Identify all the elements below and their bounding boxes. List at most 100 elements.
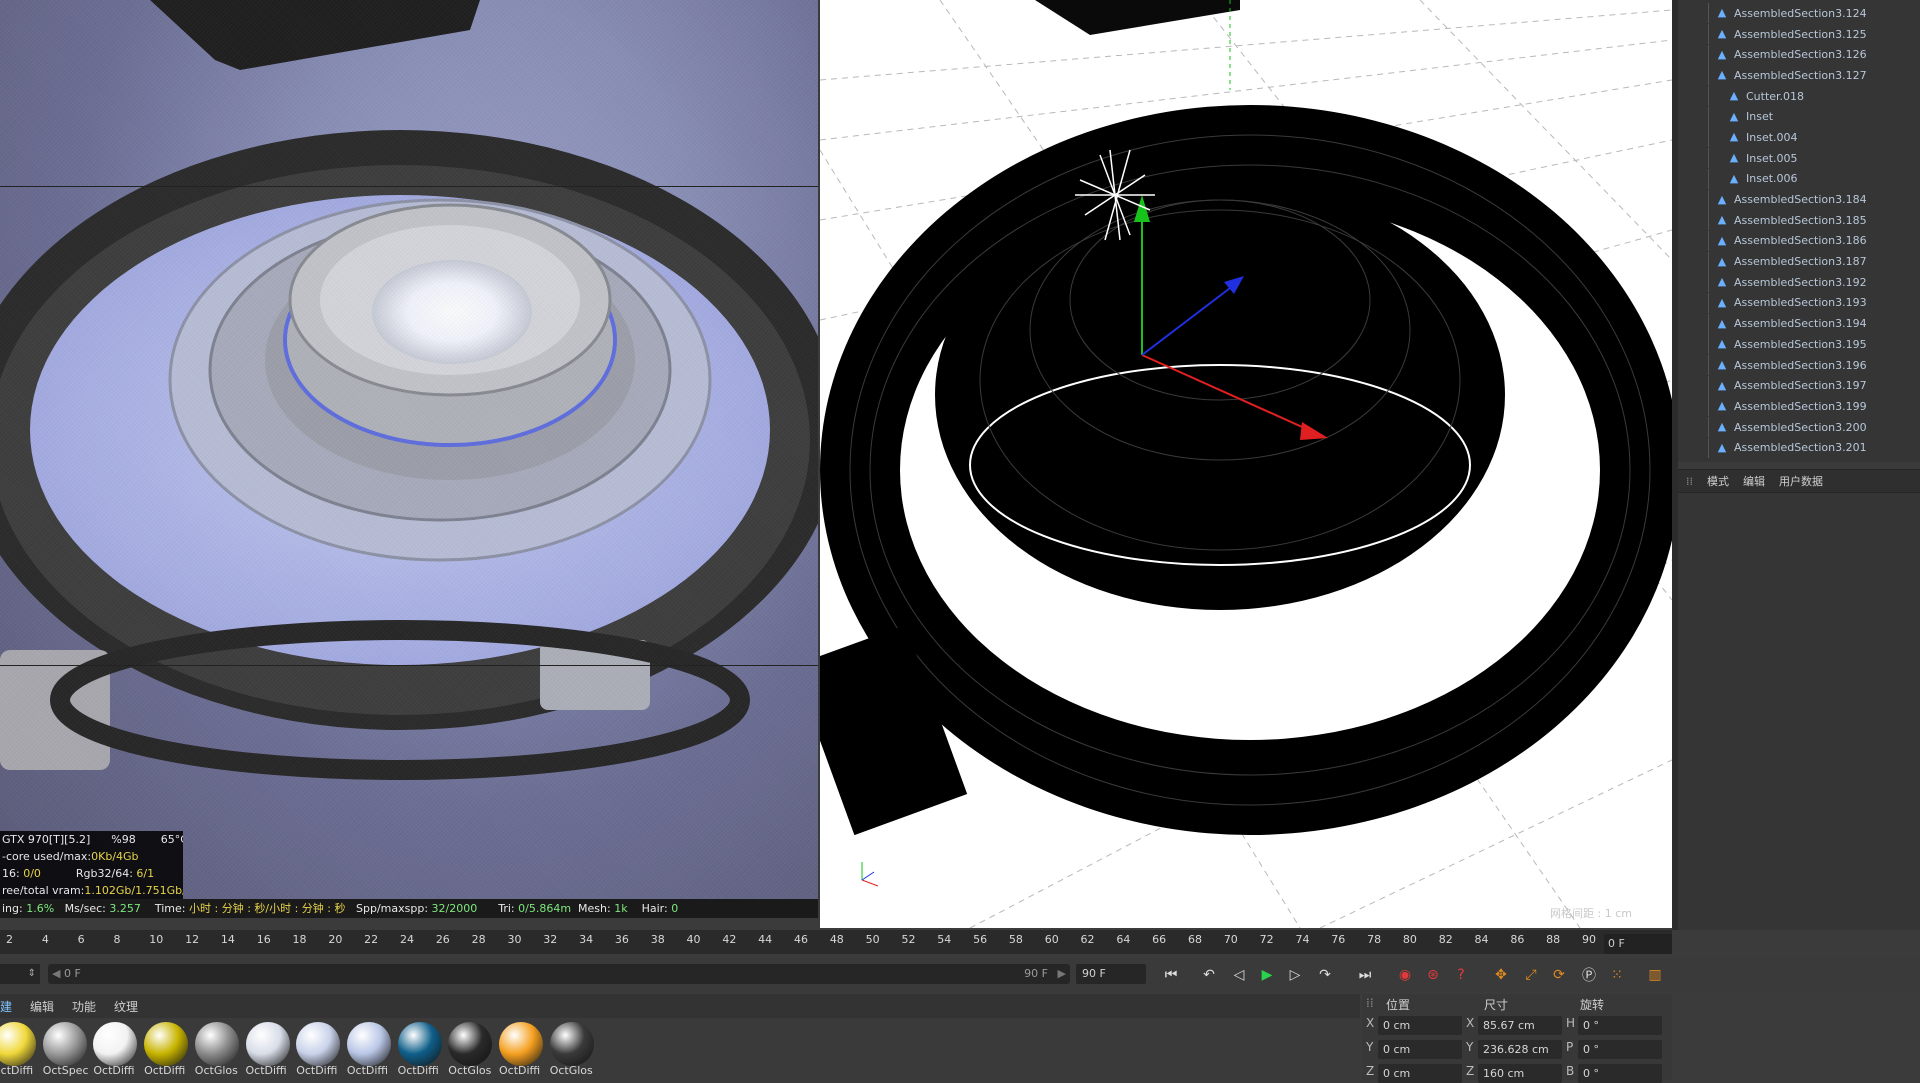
- perspective-viewport[interactable]: 网格间距 : 1 cm: [820, 0, 1672, 928]
- object-tree-item[interactable]: ▲ AssembledSection3.127: [1678, 65, 1920, 86]
- object-tree-item[interactable]: ▲ Inset.004: [1678, 127, 1920, 148]
- material-swatch[interactable]: OctDiffi: [296, 1022, 342, 1080]
- next-key-icon[interactable]: ↷: [1312, 962, 1338, 988]
- object-tree-item[interactable]: ▲ AssembledSection3.201: [1678, 437, 1920, 458]
- mat-menu-create[interactable]: 建: [0, 998, 12, 1015]
- octane-render-viewport[interactable]: [0, 0, 818, 903]
- render-stats-panel: GTX 970[T][5.2] %98 65°C -core used/max:…: [0, 831, 183, 899]
- position-field[interactable]: 0 cm: [1378, 1016, 1462, 1035]
- param-key-icon[interactable]: Ⓟ: [1576, 962, 1602, 988]
- material-swatch[interactable]: OctDiffi: [0, 1022, 38, 1080]
- render-noise-overlay: [0, 0, 818, 903]
- object-tree-item[interactable]: ▲ Cutter.018: [1678, 86, 1920, 107]
- scale-key-icon[interactable]: ⤢: [1518, 962, 1544, 988]
- object-tree[interactable]: ▲ AssembledSection3.124 ▲ AssembledSection3…: [1678, 3, 1920, 458]
- object-tree-item[interactable]: ▲ AssembledSection3.195: [1678, 334, 1920, 355]
- tri-label: Tri:: [498, 902, 515, 915]
- pla-key-icon[interactable]: ⁙: [1604, 962, 1630, 988]
- tree-guide-line: [1708, 313, 1709, 334]
- material-swatch[interactable]: OctDiffi: [346, 1022, 393, 1080]
- position-field[interactable]: 0 cm: [1378, 1040, 1462, 1059]
- object-tree-item[interactable]: ▲ AssembledSection3.186: [1678, 230, 1920, 252]
- record-icon[interactable]: ◉: [1392, 962, 1418, 988]
- size-field[interactable]: 160 cm: [1478, 1064, 1562, 1083]
- end-frame-field[interactable]: 90 F: [1076, 964, 1146, 984]
- coord-axis-label: Z: [1366, 1064, 1375, 1078]
- object-tree-item[interactable]: ▲ AssembledSection3.193: [1678, 292, 1920, 314]
- material-swatch[interactable]: OctSpec: [42, 1022, 89, 1080]
- object-tree-item[interactable]: ▲ AssembledSection3.125: [1678, 24, 1920, 45]
- prev-frame-icon[interactable]: ◁: [1226, 962, 1252, 988]
- position-field[interactable]: 0 cm: [1378, 1064, 1462, 1083]
- rotation-field[interactable]: 0 °: [1578, 1040, 1662, 1059]
- timeline-tick-label: 12: [185, 933, 200, 946]
- rotation-axis-label: B: [1566, 1064, 1575, 1078]
- object-label: AssembledSection3.125: [1734, 27, 1867, 41]
- mesh-label: Mesh:: [578, 902, 611, 915]
- rotation-field[interactable]: 0 °: [1578, 1064, 1662, 1083]
- goto-start-icon[interactable]: ⏮: [1158, 962, 1184, 988]
- material-swatch[interactable]: OctDiffi: [144, 1022, 190, 1080]
- object-tree-item[interactable]: ▲ AssembledSection3.192: [1678, 272, 1920, 293]
- range-right-arrow-icon[interactable]: ▶: [1058, 964, 1066, 984]
- play-icon[interactable]: ▶: [1254, 962, 1280, 988]
- polygon-object-icon: ▲: [1717, 358, 1727, 372]
- range-end-value: 90 F: [1024, 967, 1048, 980]
- object-tree-item[interactable]: ▲ AssembledSection3.187: [1678, 251, 1920, 272]
- autokey-icon[interactable]: ⊛: [1420, 962, 1446, 988]
- material-swatch[interactable]: OctDiffi: [245, 1022, 292, 1080]
- timeline-tick-label: 40: [686, 933, 701, 946]
- polygon-object-icon: ▲: [1717, 420, 1727, 434]
- timeline-ruler[interactable]: 2 4 6 8 10 12 14 16 18 20 22 24 26 28 30 32 34 36 38 40 42 44…: [0, 930, 1672, 954]
- object-tree-item[interactable]: ▲ AssembledSection3.200: [1678, 417, 1920, 438]
- mesh-value: 1k: [614, 902, 628, 915]
- mat-menu-texture[interactable]: 纹理: [114, 998, 138, 1015]
- material-swatch[interactable]: OctGlos: [448, 1022, 494, 1080]
- core-label: -core used/max:: [2, 850, 92, 863]
- object-tree-item[interactable]: ▲ AssembledSection3.184: [1678, 189, 1920, 210]
- rotation-field[interactable]: 0 °: [1578, 1016, 1662, 1035]
- timeline-tick-label: 72: [1259, 933, 1274, 946]
- polygon-object-icon: ▲: [1717, 316, 1727, 330]
- object-manager[interactable]: ▲ AssembledSection3.124 ▲ AssembledSection3…: [1678, 0, 1920, 462]
- material-swatch[interactable]: OctDiffi: [397, 1022, 444, 1080]
- object-tree-item[interactable]: ▲ AssembledSection3.194: [1678, 313, 1920, 334]
- object-tree-item[interactable]: ▲ AssembledSection3.196: [1678, 355, 1920, 376]
- keyframe-help-icon[interactable]: ?: [1448, 962, 1474, 988]
- object-tree-item[interactable]: ▲ Inset: [1678, 106, 1920, 127]
- mat-menu-edit[interactable]: 编辑: [30, 998, 54, 1015]
- object-tree-item[interactable]: ▲ AssembledSection3.199: [1678, 396, 1920, 417]
- object-tree-item[interactable]: ▲ Inset.006: [1678, 168, 1920, 190]
- polygon-object-icon: ▲: [1717, 378, 1727, 392]
- range-left-stepper[interactable]: ⇕: [0, 964, 40, 984]
- current-frame-field[interactable]: 0 F: [1604, 934, 1672, 954]
- mat-menu-function[interactable]: 功能: [72, 998, 96, 1015]
- prev-key-icon[interactable]: ↶: [1196, 962, 1222, 988]
- material-swatch[interactable]: OctDiffi: [93, 1022, 139, 1080]
- material-swatch[interactable]: OctGlos: [194, 1022, 241, 1080]
- move-key-icon[interactable]: ✥: [1488, 962, 1514, 988]
- attr-tab-userdata[interactable]: 用户数据: [1779, 473, 1823, 489]
- range-left-arrow-icon[interactable]: ◀: [52, 964, 60, 984]
- material-swatch[interactable]: OctDiffi: [499, 1022, 545, 1080]
- size-field[interactable]: 236.628 cm: [1478, 1040, 1562, 1059]
- polygon-object-icon: ▲: [1717, 6, 1727, 20]
- object-label: Inset.006: [1746, 172, 1798, 186]
- object-tree-item[interactable]: ▲ AssembledSection3.197: [1678, 375, 1920, 396]
- attr-grip-icon: ⁞⁞: [1686, 474, 1693, 488]
- object-tree-item[interactable]: ▲ AssembledSection3.185: [1678, 210, 1920, 231]
- size-field[interactable]: 85.67 cm: [1478, 1016, 1562, 1035]
- object-tree-item[interactable]: ▲ AssembledSection3.124: [1678, 3, 1920, 24]
- frame-range-slider[interactable]: ◀ 0 F 90 F ▶: [48, 964, 1070, 984]
- goto-end-icon[interactable]: ⏭: [1352, 962, 1378, 988]
- next-frame-icon[interactable]: ▷: [1282, 962, 1308, 988]
- attr-tab-mode[interactable]: 模式: [1707, 473, 1729, 489]
- object-tree-item[interactable]: ▲ Inset.005: [1678, 148, 1920, 169]
- rotate-key-icon[interactable]: ⟳: [1546, 962, 1572, 988]
- attr-tab-edit[interactable]: 编辑: [1743, 473, 1765, 489]
- object-tree-item[interactable]: ▲ AssembledSection3.126: [1678, 44, 1920, 65]
- material-swatch[interactable]: OctGlos: [549, 1022, 596, 1080]
- timeline-layout-icon[interactable]: ▥: [1642, 962, 1668, 988]
- size-axis-label: Y: [1466, 1040, 1474, 1054]
- time-label: Time:: [154, 902, 186, 915]
